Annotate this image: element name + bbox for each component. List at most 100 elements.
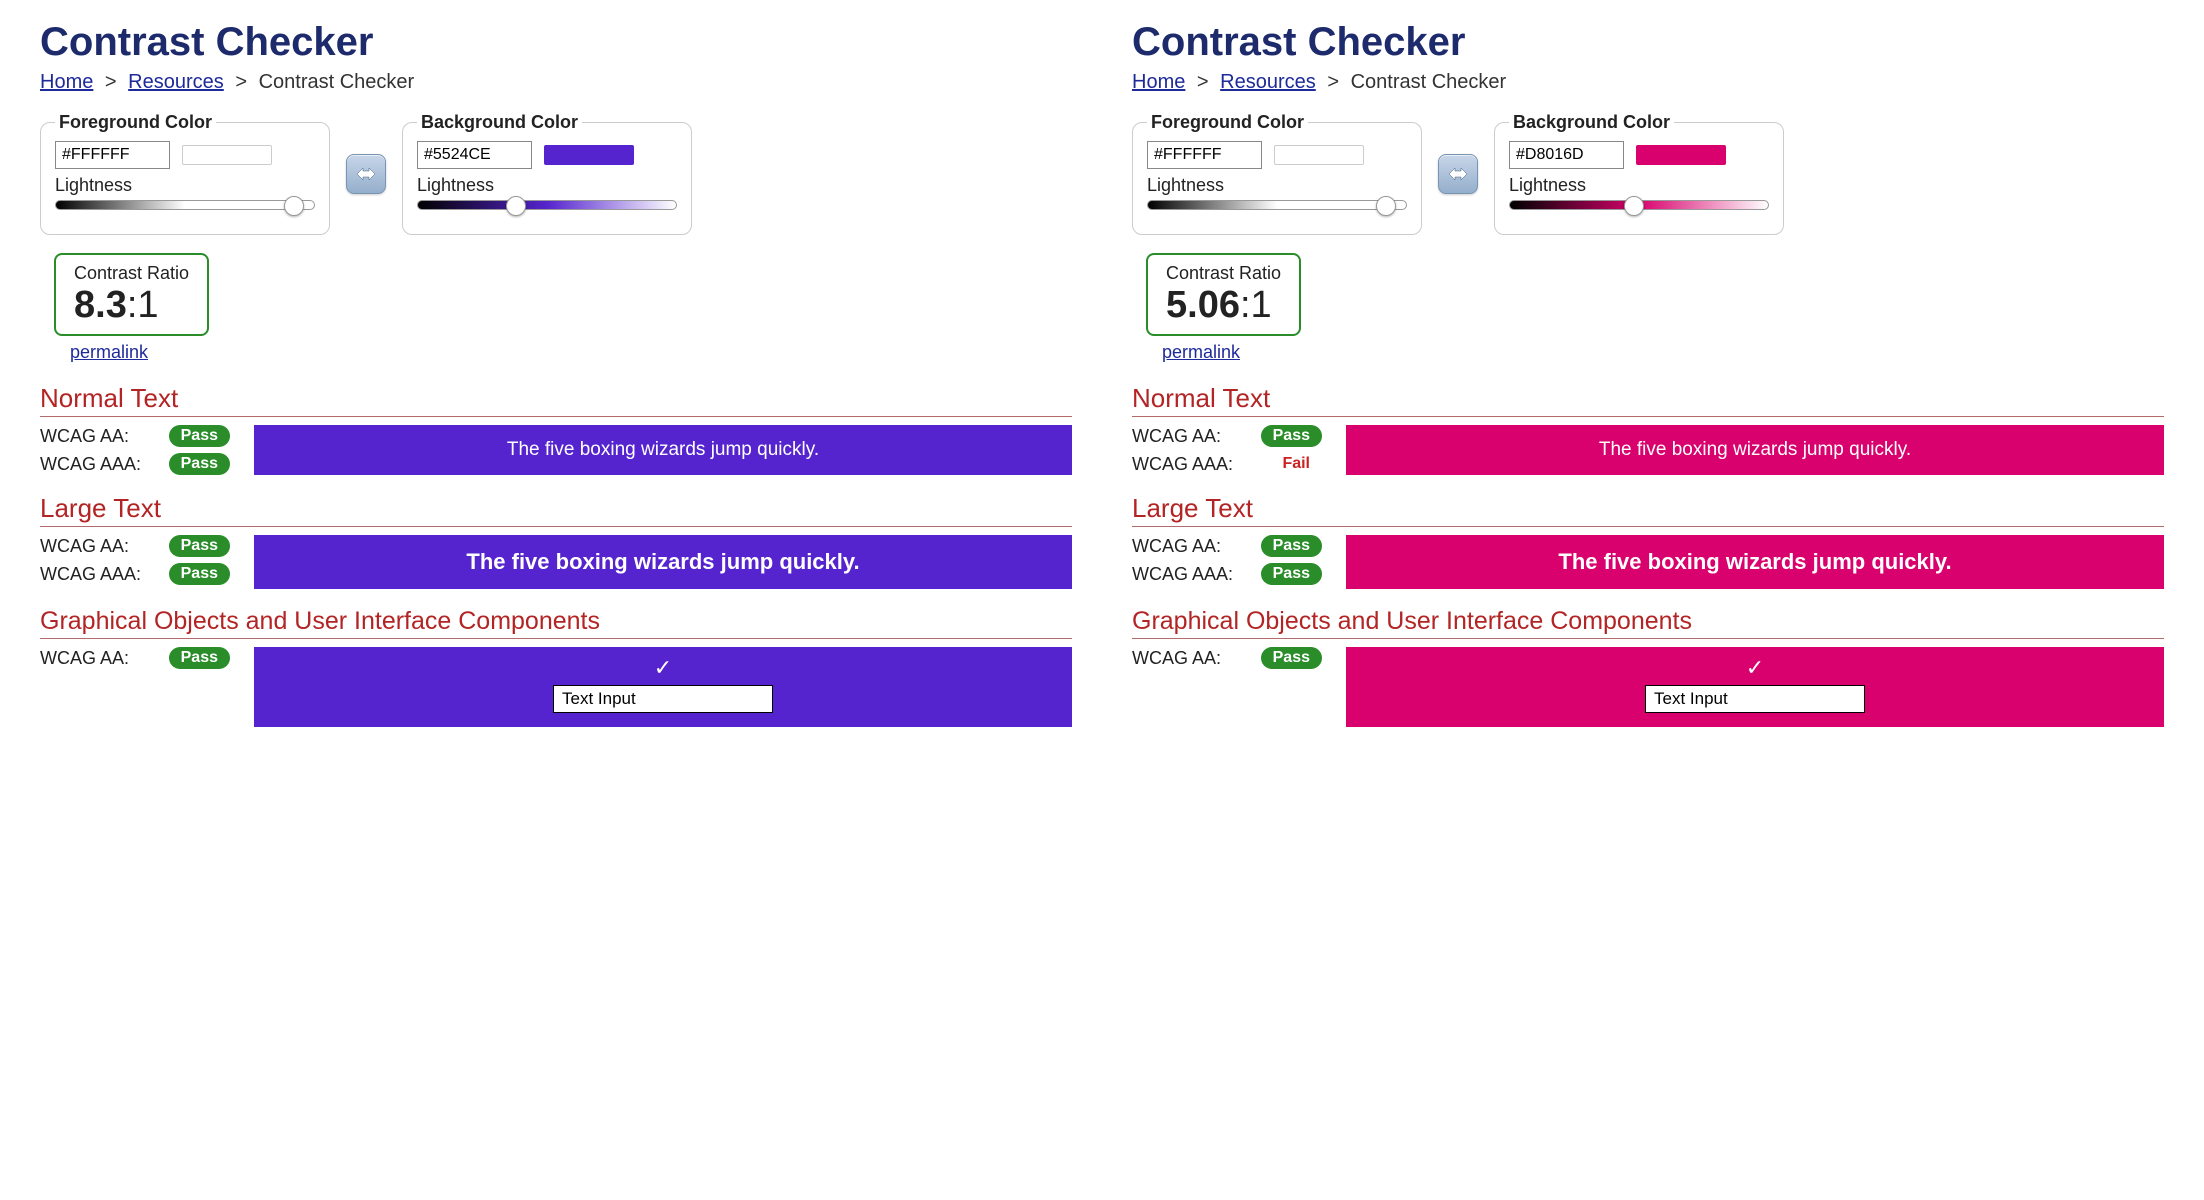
permalink-wrap: permalink bbox=[1162, 342, 2164, 363]
normal-aa-label: WCAG AA: bbox=[1132, 426, 1221, 447]
slider-track bbox=[55, 200, 315, 210]
contrast-panel: Contrast Checker Home > Resources > Cont… bbox=[40, 20, 1072, 727]
breadcrumb-sep-icon: > bbox=[105, 71, 117, 93]
swap-colors-button[interactable] bbox=[1438, 154, 1478, 194]
ui-sample: ✓ Text Input bbox=[254, 647, 1072, 727]
normal-aa-badge: Pass bbox=[1261, 425, 1322, 447]
breadcrumb-sep-icon: > bbox=[235, 71, 247, 93]
color-controls: Foreground Color Lightness Background Co… bbox=[40, 112, 1072, 235]
ui-aa-label: WCAG AA: bbox=[1132, 648, 1221, 669]
page-title: Contrast Checker bbox=[1132, 20, 2164, 65]
background-lightness-slider[interactable] bbox=[417, 200, 677, 220]
large-aa-badge: Pass bbox=[1261, 535, 1322, 557]
breadcrumb-sep-icon: > bbox=[1197, 71, 1209, 93]
large-aa-badge: Pass bbox=[169, 535, 230, 557]
large-text-heading: Large Text bbox=[40, 493, 1072, 527]
foreground-lightness-label: Lightness bbox=[55, 175, 315, 196]
foreground-hex-input[interactable] bbox=[1147, 141, 1262, 169]
large-aaa-badge: Pass bbox=[169, 563, 230, 585]
normal-aaa-badge: Pass bbox=[169, 453, 230, 475]
normal-text-sample: The five boxing wizards jump quickly. bbox=[1346, 425, 2164, 475]
slider-thumb[interactable] bbox=[506, 196, 526, 216]
background-legend: Background Color bbox=[417, 112, 582, 133]
normal-text-row: WCAG AA: Pass WCAG AAA: Fail The five bo… bbox=[1132, 425, 2164, 475]
large-aa-label: WCAG AA: bbox=[1132, 536, 1221, 557]
slider-thumb[interactable] bbox=[1376, 196, 1396, 216]
breadcrumb-home[interactable]: Home bbox=[1132, 71, 1185, 93]
background-swatch[interactable] bbox=[544, 145, 634, 165]
breadcrumb-resources[interactable]: Resources bbox=[1220, 71, 1316, 93]
breadcrumb-current: Contrast Checker bbox=[259, 71, 415, 93]
large-aaa-label: WCAG AAA: bbox=[1132, 564, 1233, 585]
slider-thumb[interactable] bbox=[1624, 196, 1644, 216]
normal-aa-badge: Pass bbox=[169, 425, 230, 447]
breadcrumb-current: Contrast Checker bbox=[1351, 71, 1507, 93]
foreground-swatch[interactable] bbox=[1274, 145, 1364, 165]
ui-components-heading: Graphical Objects and User Interface Com… bbox=[1132, 607, 2164, 639]
foreground-hex-input[interactable] bbox=[55, 141, 170, 169]
large-text-sample: The five boxing wizards jump quickly. bbox=[1346, 535, 2164, 589]
background-fieldset: Background Color Lightness bbox=[1494, 112, 1784, 235]
ui-components-row: WCAG AA: Pass ✓ Text Input bbox=[40, 647, 1072, 727]
foreground-legend: Foreground Color bbox=[55, 112, 216, 133]
large-text-sample: The five boxing wizards jump quickly. bbox=[254, 535, 1072, 589]
ui-aa-badge: Pass bbox=[1261, 647, 1322, 669]
large-text-heading: Large Text bbox=[1132, 493, 2164, 527]
normal-aaa-label: WCAG AAA: bbox=[40, 454, 141, 475]
background-fieldset: Background Color Lightness bbox=[402, 112, 692, 235]
color-controls: Foreground Color Lightness Background Co… bbox=[1132, 112, 2164, 235]
foreground-legend: Foreground Color bbox=[1147, 112, 1308, 133]
contrast-ratio-label: Contrast Ratio bbox=[74, 263, 189, 284]
contrast-ratio-value: 5.06:1 bbox=[1166, 286, 1281, 324]
check-icon: ✓ bbox=[654, 655, 672, 681]
large-text-row: WCAG AA: Pass WCAG AAA: Pass The five bo… bbox=[40, 535, 1072, 589]
normal-text-row: WCAG AA: Pass WCAG AAA: Pass The five bo… bbox=[40, 425, 1072, 475]
normal-text-heading: Normal Text bbox=[40, 383, 1072, 417]
page-title: Contrast Checker bbox=[40, 20, 1072, 65]
normal-text-sample: The five boxing wizards jump quickly. bbox=[254, 425, 1072, 475]
breadcrumb-home[interactable]: Home bbox=[40, 71, 93, 93]
background-lightness-label: Lightness bbox=[1509, 175, 1769, 196]
foreground-fieldset: Foreground Color Lightness bbox=[40, 112, 330, 235]
ui-aa-badge: Pass bbox=[169, 647, 230, 669]
permalink-link[interactable]: permalink bbox=[1162, 342, 1240, 362]
slider-track bbox=[1147, 200, 1407, 210]
permalink-link[interactable]: permalink bbox=[70, 342, 148, 362]
foreground-lightness-slider[interactable] bbox=[55, 200, 315, 220]
swap-arrows-icon bbox=[1446, 165, 1470, 183]
normal-aaa-label: WCAG AAA: bbox=[1132, 454, 1233, 475]
sample-text-input[interactable]: Text Input bbox=[1645, 685, 1865, 713]
foreground-fieldset: Foreground Color Lightness bbox=[1132, 112, 1422, 235]
contrast-ratio-value: 8.3:1 bbox=[74, 286, 189, 324]
foreground-lightness-slider[interactable] bbox=[1147, 200, 1407, 220]
normal-text-heading: Normal Text bbox=[1132, 383, 2164, 417]
contrast-ratio-box: Contrast Ratio 5.06:1 bbox=[1146, 253, 1301, 336]
large-text-row: WCAG AA: Pass WCAG AAA: Pass The five bo… bbox=[1132, 535, 2164, 589]
contrast-ratio-label: Contrast Ratio bbox=[1166, 263, 1281, 284]
breadcrumb-resources[interactable]: Resources bbox=[128, 71, 224, 93]
background-hex-input[interactable] bbox=[1509, 141, 1624, 169]
large-aaa-badge: Pass bbox=[1261, 563, 1322, 585]
slider-thumb[interactable] bbox=[284, 196, 304, 216]
contrast-panel: Contrast Checker Home > Resources > Cont… bbox=[1132, 20, 2164, 727]
swap-colors-button[interactable] bbox=[346, 154, 386, 194]
permalink-wrap: permalink bbox=[70, 342, 1072, 363]
swap-arrows-icon bbox=[354, 165, 378, 183]
foreground-swatch[interactable] bbox=[182, 145, 272, 165]
background-lightness-label: Lightness bbox=[417, 175, 677, 196]
check-icon: ✓ bbox=[1746, 655, 1764, 681]
background-swatch[interactable] bbox=[1636, 145, 1726, 165]
breadcrumb: Home > Resources > Contrast Checker bbox=[1132, 71, 2164, 94]
ui-components-row: WCAG AA: Pass ✓ Text Input bbox=[1132, 647, 2164, 727]
large-aa-label: WCAG AA: bbox=[40, 536, 129, 557]
foreground-lightness-label: Lightness bbox=[1147, 175, 1407, 196]
breadcrumb: Home > Resources > Contrast Checker bbox=[40, 71, 1072, 94]
slider-track bbox=[417, 200, 677, 210]
large-aaa-label: WCAG AAA: bbox=[40, 564, 141, 585]
background-legend: Background Color bbox=[1509, 112, 1674, 133]
ui-sample: ✓ Text Input bbox=[1346, 647, 2164, 727]
sample-text-input[interactable]: Text Input bbox=[553, 685, 773, 713]
background-hex-input[interactable] bbox=[417, 141, 532, 169]
background-lightness-slider[interactable] bbox=[1509, 200, 1769, 220]
breadcrumb-sep-icon: > bbox=[1327, 71, 1339, 93]
